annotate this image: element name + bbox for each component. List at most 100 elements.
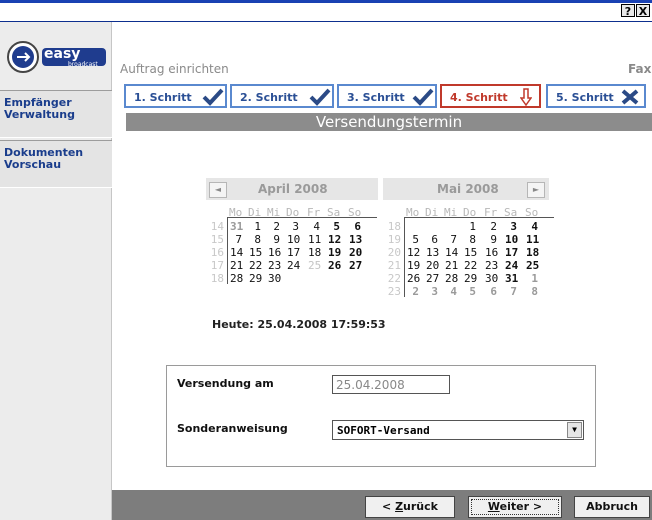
calendar-day[interactable]: 28 (445, 272, 458, 285)
calendar-day[interactable]: 4 (308, 220, 320, 233)
close-button[interactable]: X (636, 4, 650, 18)
calendar-day[interactable]: 24 (287, 259, 300, 272)
calendar-day[interactable]: 13 (349, 233, 362, 246)
calendar-day[interactable]: 12 (328, 233, 341, 246)
calendar-day[interactable]: 19 (328, 246, 341, 259)
calendar-day[interactable]: 9 (485, 233, 497, 246)
calendar-day[interactable]: 2 (485, 220, 497, 233)
calendar-day[interactable]: 10 (505, 233, 518, 246)
calendar-day[interactable]: 16 (268, 246, 281, 259)
calendar-day[interactable]: 17 (505, 246, 518, 259)
calendar-day[interactable]: 16 (485, 246, 498, 259)
calendar-day[interactable]: 13 (426, 246, 439, 259)
instruction-label: Sonderanweisung (177, 422, 288, 435)
logo-brand: easy (44, 46, 81, 62)
help-button[interactable]: ? (621, 4, 635, 18)
calendar-day[interactable]: 24 (505, 259, 518, 272)
calendar-day[interactable]: 14 (445, 246, 458, 259)
calendar-day[interactable]: 14 (230, 246, 243, 259)
calendar-day[interactable]: 22 (249, 259, 262, 272)
instruction-select[interactable]: SOFORT-Versand ▼ (332, 420, 584, 440)
week-number: 21 (387, 259, 401, 272)
step-2-tab[interactable]: 2. Schritt (230, 84, 334, 108)
step-3-tab[interactable]: 3. Schritt (337, 84, 437, 108)
calendar-day[interactable]: 30 (485, 272, 498, 285)
calendar-day[interactable]: 9 (268, 233, 280, 246)
calendar-day[interactable]: 5 (328, 220, 340, 233)
calendar-day[interactable]: 11 (308, 233, 321, 246)
calendar-day[interactable]: 25 (308, 259, 321, 272)
calendar-day[interactable]: 26 (328, 259, 341, 272)
step-4-tab[interactable]: 4. Schritt (440, 84, 541, 108)
calendar-day[interactable]: 6 (349, 220, 361, 233)
calendar-day[interactable]: 31 (505, 272, 518, 285)
calendar-day[interactable]: 3 (287, 220, 299, 233)
calendar-day[interactable]: 6 (485, 285, 497, 298)
calendar-day[interactable]: 29 (464, 272, 477, 285)
calendar-day[interactable]: 15 (249, 246, 262, 259)
sidebar-item-label-line2: Verwaltung (4, 108, 75, 121)
calendar-day[interactable]: 21 (445, 259, 458, 272)
calendar-day[interactable]: 15 (464, 246, 477, 259)
step-5-tab[interactable]: 5. Schritt (546, 84, 646, 108)
calendar-day[interactable]: 21 (230, 259, 243, 272)
title-bar-body (0, 3, 652, 21)
calendar-day[interactable]: 20 (349, 246, 362, 259)
date-input[interactable]: 25.04.2008 (332, 375, 450, 394)
job-type-label: Fax (628, 62, 652, 76)
calendar-day[interactable]: 3 (426, 285, 438, 298)
calendar-day[interactable]: 28 (230, 272, 243, 285)
calendar-day[interactable]: 1 (464, 220, 476, 233)
calendar-day[interactable]: 4 (526, 220, 538, 233)
calendar-day[interactable]: 8 (526, 285, 538, 298)
calendar-day[interactable]: 27 (349, 259, 362, 272)
calendar-day[interactable]: 11 (526, 233, 539, 246)
calendar-day[interactable]: 18 (526, 246, 539, 259)
next-month-button[interactable]: ► (527, 182, 545, 198)
next-mnemonic: W (487, 500, 500, 513)
calendar-day[interactable]: 7 (445, 233, 457, 246)
calendar-day[interactable]: 8 (249, 233, 261, 246)
next-button[interactable]: Weiter > (468, 496, 562, 518)
calendar-day[interactable]: 20 (426, 259, 439, 272)
calendar-day[interactable]: 5 (407, 233, 419, 246)
calendar-day[interactable]: 5 (464, 285, 476, 298)
calendar-day[interactable]: 1 (526, 272, 538, 285)
step-1-tab[interactable]: 1. Schritt (124, 84, 227, 108)
calendar-day[interactable]: 23 (268, 259, 281, 272)
calendar-day[interactable]: 2 (407, 285, 419, 298)
mai-header: Mai 2008 ► (383, 178, 549, 200)
chevron-down-icon[interactable]: ▼ (567, 422, 582, 438)
sidebar-nav: Empfänger Verwaltung Dokumenten Vorschau (0, 90, 112, 188)
back-button[interactable]: < Zurück (365, 496, 455, 518)
calendar-day[interactable]: 12 (407, 246, 420, 259)
sidebar-item-dokumenten-vorschau[interactable]: Dokumenten Vorschau (0, 140, 112, 188)
calendar-day[interactable]: 19 (407, 259, 420, 272)
calendar-day[interactable]: 3 (505, 220, 517, 233)
step-label: 2. Schritt (240, 91, 298, 104)
calendar-day[interactable]: 2 (268, 220, 280, 233)
sidebar-item-empfaenger-verwaltung[interactable]: Empfänger Verwaltung (0, 90, 112, 138)
calendar-day[interactable]: 26 (407, 272, 420, 285)
week-number: 22 (387, 272, 401, 285)
calendar-day[interactable]: 23 (485, 259, 498, 272)
calendar-day[interactable]: 30 (268, 272, 281, 285)
calendar-day[interactable]: 6 (426, 233, 438, 246)
calendar-day[interactable]: 17 (287, 246, 300, 259)
prev-month-button[interactable]: ◄ (209, 182, 227, 198)
step-label: 5. Schritt (556, 91, 614, 104)
calendar-day[interactable]: 7 (230, 233, 242, 246)
calendar-day[interactable]: 4 (445, 285, 457, 298)
calendar-day[interactable]: 7 (505, 285, 517, 298)
month-title: Mai 2008 (437, 182, 499, 196)
calendar-day[interactable]: 22 (464, 259, 477, 272)
calendar-day[interactable]: 31 (230, 220, 243, 233)
calendar-day[interactable]: 18 (308, 246, 321, 259)
calendar-day[interactable]: 10 (287, 233, 300, 246)
calendar-day[interactable]: 29 (249, 272, 262, 285)
calendar-day[interactable]: 25 (526, 259, 539, 272)
calendar-day[interactable]: 1 (249, 220, 261, 233)
cancel-button[interactable]: Abbruch (574, 496, 650, 518)
calendar-day[interactable]: 27 (426, 272, 439, 285)
calendar-day[interactable]: 8 (464, 233, 476, 246)
